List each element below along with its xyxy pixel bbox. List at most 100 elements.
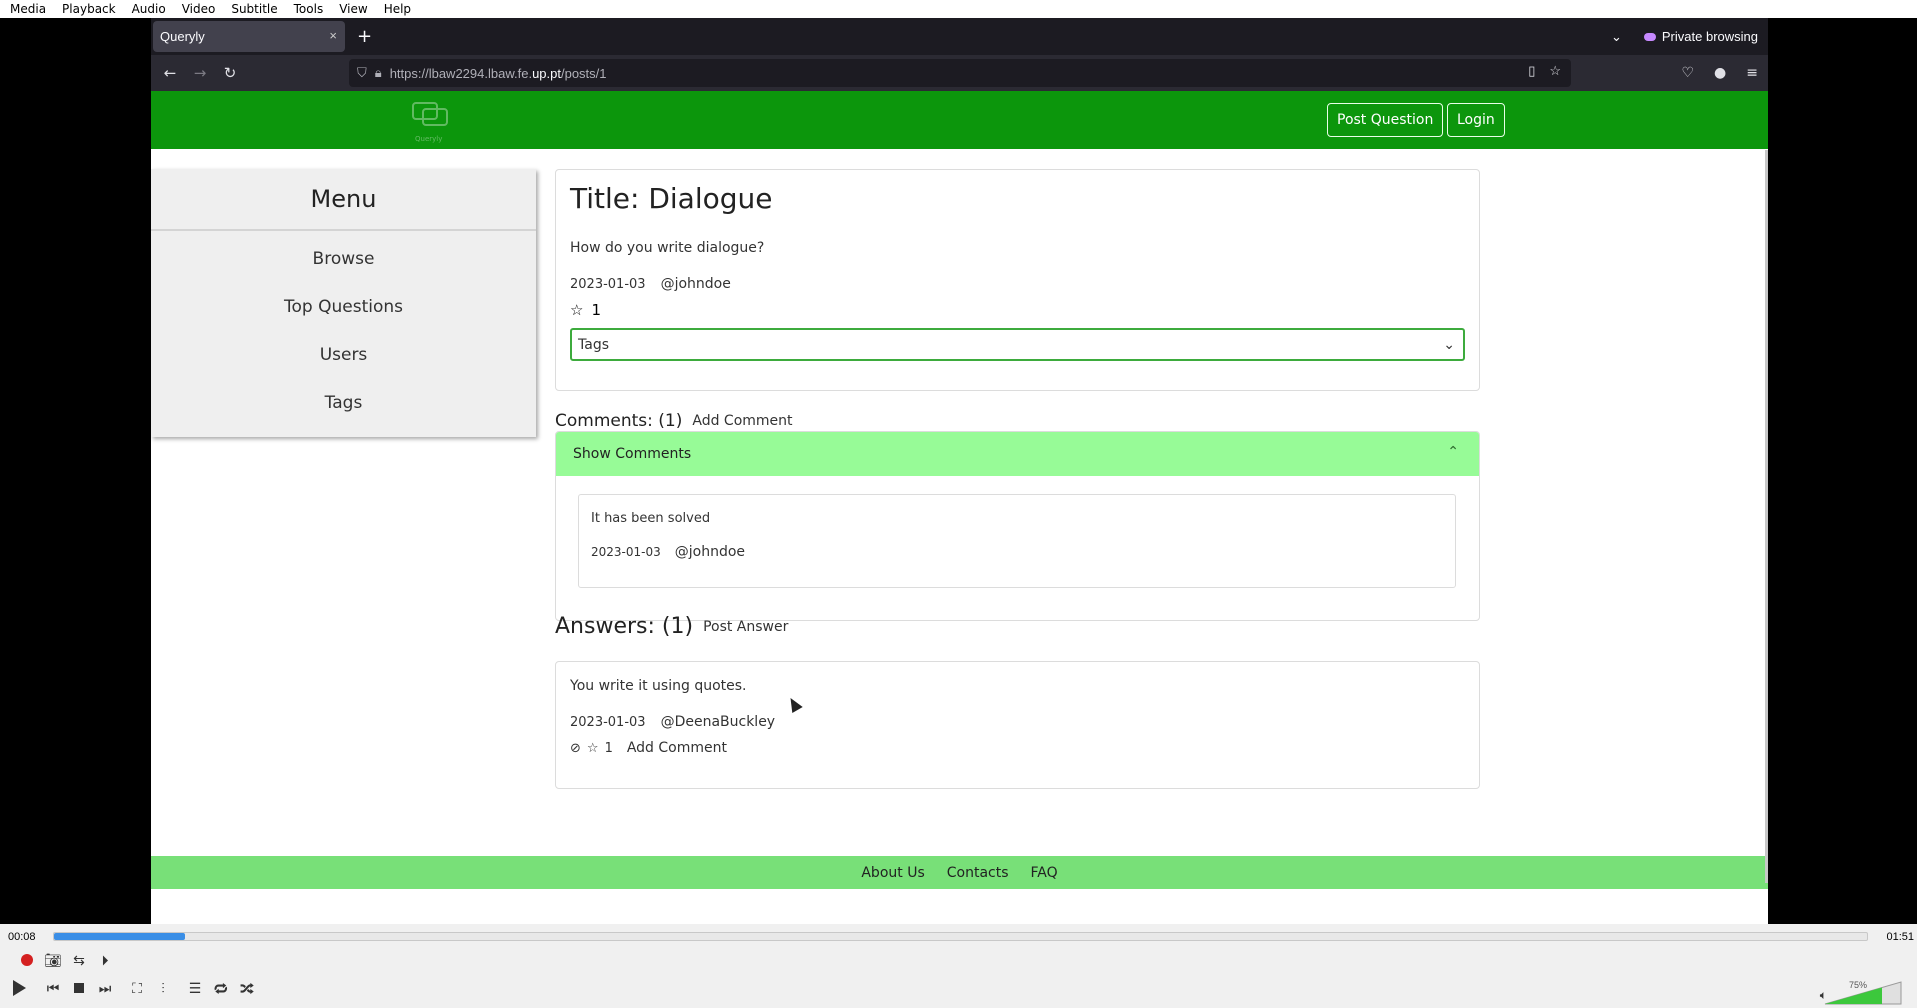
next-icon[interactable]: ⏭	[92, 978, 118, 998]
menu-item-browse[interactable]: Browse	[151, 235, 536, 283]
answers-heading: Answers: (1)	[555, 614, 694, 639]
private-browsing-indicator: Private browsing	[1643, 29, 1758, 44]
hamburger-menu-icon[interactable]: ≡	[1746, 65, 1758, 81]
answer-text: You write it using quotes.	[570, 678, 747, 694]
browser-tab[interactable]: Queryly ×	[153, 21, 345, 52]
question-card: Title: Dialogue How do you write dialogu…	[555, 169, 1480, 391]
question-rating: ☆ 1	[570, 301, 1465, 319]
browser-window: Queryly × + ⌄ Private browsing ← → ↻ ⛉ 🔒…	[151, 18, 1768, 924]
comment-card: It has been solved 2023-01-03 @johndoe	[578, 494, 1456, 588]
url-text: https://lbaw2294.lbaw.fe.up.pt/posts/1	[389, 65, 607, 81]
menu-help[interactable]: Help	[376, 2, 419, 16]
shield-icon[interactable]: ⛉	[357, 65, 367, 81]
close-tab-icon[interactable]: ×	[329, 28, 337, 43]
post-answer-link[interactable]: Post Answer	[703, 619, 788, 635]
account-icon[interactable]: ●	[1714, 65, 1726, 81]
list-tabs-icon[interactable]: ⌄	[1611, 29, 1622, 45]
menu-audio[interactable]: Audio	[124, 2, 174, 16]
record-button[interactable]	[14, 950, 40, 970]
add-comment-link[interactable]: Add Comment	[692, 413, 792, 429]
playlist-icon[interactable]: ☰	[182, 978, 208, 998]
seek-bar[interactable]	[53, 932, 1868, 941]
question-body: How do you write dialogue?	[570, 240, 765, 256]
comment-meta: 2023-01-03 @johndoe	[591, 544, 1443, 560]
chevron-up-icon: ⌃	[1447, 444, 1459, 460]
forward-icon[interactable]: →	[185, 64, 215, 82]
comment-text: It has been solved	[591, 511, 711, 526]
frame-step-icon[interactable]: ⏵	[92, 950, 118, 970]
question-meta: 2023-01-03 @johndoe	[570, 276, 1465, 292]
tab-bar: Queryly × + ⌄ Private browsing	[151, 18, 1768, 55]
bookmark-star-icon[interactable]: ☆	[1549, 63, 1561, 79]
url-bar[interactable]: ⛉ 🔒︎ https://lbaw2294.lbaw.fe.up.pt/post…	[349, 59, 1571, 87]
footer-faq-link[interactable]: FAQ	[1031, 865, 1058, 881]
volume-slider[interactable]	[1823, 980, 1903, 1006]
nav-bar: ← → ↻ ⛉ 🔒︎ https://lbaw2294.lbaw.fe.up.p…	[151, 55, 1768, 91]
show-comments-label: Show Comments	[573, 446, 692, 462]
new-tab-button[interactable]: +	[357, 26, 372, 47]
comment-author-link[interactable]: @johndoe	[675, 544, 745, 560]
queryly-logo[interactable]	[411, 101, 449, 135]
logo-label: Queryly	[415, 135, 443, 143]
question-title: Title: Dialogue	[570, 182, 773, 215]
snapshot-icon[interactable]: 📷︎	[40, 950, 66, 970]
menu-view[interactable]: View	[331, 2, 375, 16]
menu-subtitle[interactable]: Subtitle	[223, 2, 285, 16]
menu-item-users[interactable]: Users	[151, 331, 536, 379]
advanced-controls: 📷︎ ⇆ ⏵	[14, 950, 118, 970]
menu-tools[interactable]: Tools	[286, 2, 332, 16]
answer-star-count: 1	[604, 740, 613, 756]
reload-icon[interactable]: ↻	[215, 64, 245, 82]
loop-icon[interactable]: 🔁︎	[208, 978, 234, 998]
pocket-icon[interactable]: ♡	[1681, 65, 1694, 81]
previous-icon[interactable]: ⏮	[40, 978, 66, 998]
show-comments-toggle[interactable]: Show Comments ⌃	[556, 432, 1479, 476]
vlc-menubar: Media Playback Audio Video Subtitle Tool…	[0, 0, 1917, 18]
chevron-down-icon: ⌄	[1443, 337, 1455, 353]
reader-view-icon[interactable]: ▯	[1528, 63, 1535, 79]
loop-ab-icon[interactable]: ⇆	[66, 950, 92, 970]
site-footer: About Us Contacts FAQ	[151, 856, 1768, 889]
menu-media[interactable]: Media	[2, 2, 54, 16]
question-star-count: 1	[591, 301, 601, 319]
lock-icon[interactable]: 🔒︎	[375, 65, 382, 81]
footer-about-us-link[interactable]: About Us	[861, 865, 924, 881]
stop-icon	[74, 983, 84, 993]
tags-dropdown[interactable]: Tags ⌄	[570, 328, 1465, 361]
main-content: Menu Browse Top Questions Users Tags Tit…	[151, 149, 1768, 889]
check-circle-icon[interactable]: ⊘	[570, 741, 581, 756]
question-author-link[interactable]: @johndoe	[661, 276, 731, 292]
play-button[interactable]	[6, 978, 32, 998]
menu-item-top-questions[interactable]: Top Questions	[151, 283, 536, 331]
comments-accordion: Show Comments ⌃ It has been solved 2023-…	[555, 431, 1480, 621]
answer-date: 2023-01-03	[570, 714, 646, 730]
vlc-controls: 00:08 01:51 📷︎ ⇆ ⏵ ⏮ ⏭ ⛶ ⫶ ☰ 🔁︎ 🔀︎ 75% 🔈…	[0, 924, 1917, 1008]
answer-author-link[interactable]: @DeenaBuckley	[661, 714, 776, 730]
page-scrollbar[interactable]	[1765, 150, 1768, 883]
comments-heading: Comments: (1)	[555, 411, 683, 431]
side-menu: Menu Browse Top Questions Users Tags	[151, 169, 536, 437]
time-elapsed: 00:08	[8, 931, 36, 943]
answer-meta: 2023-01-03 @DeenaBuckley	[570, 714, 1465, 730]
record-icon	[21, 954, 33, 966]
post-question-button[interactable]: Post Question	[1327, 103, 1444, 137]
stop-button[interactable]	[66, 978, 92, 998]
comments-header: Comments: (1) Add Comment	[555, 411, 793, 431]
answer-add-comment-link[interactable]: Add Comment	[627, 740, 727, 756]
extended-settings-icon[interactable]: ⫶	[150, 978, 176, 998]
fullscreen-icon[interactable]: ⛶	[124, 978, 150, 998]
site-header: Queryly Post Question Login	[151, 91, 1768, 149]
answer-actions: ⊘ ☆ 1 Add Comment	[570, 740, 1465, 756]
footer-contacts-link[interactable]: Contacts	[947, 865, 1009, 881]
star-icon[interactable]: ☆	[570, 301, 583, 319]
answers-header: Answers: (1) Post Answer	[555, 614, 788, 639]
menu-item-tags[interactable]: Tags	[151, 379, 536, 427]
shuffle-icon[interactable]: 🔀︎	[234, 978, 260, 998]
tags-dropdown-label: Tags	[578, 336, 609, 353]
tab-title: Queryly	[160, 29, 205, 44]
login-button[interactable]: Login	[1447, 103, 1505, 137]
menu-playback[interactable]: Playback	[54, 2, 124, 16]
star-icon[interactable]: ☆	[587, 741, 599, 756]
back-icon[interactable]: ←	[155, 64, 185, 82]
menu-video[interactable]: Video	[174, 2, 224, 16]
